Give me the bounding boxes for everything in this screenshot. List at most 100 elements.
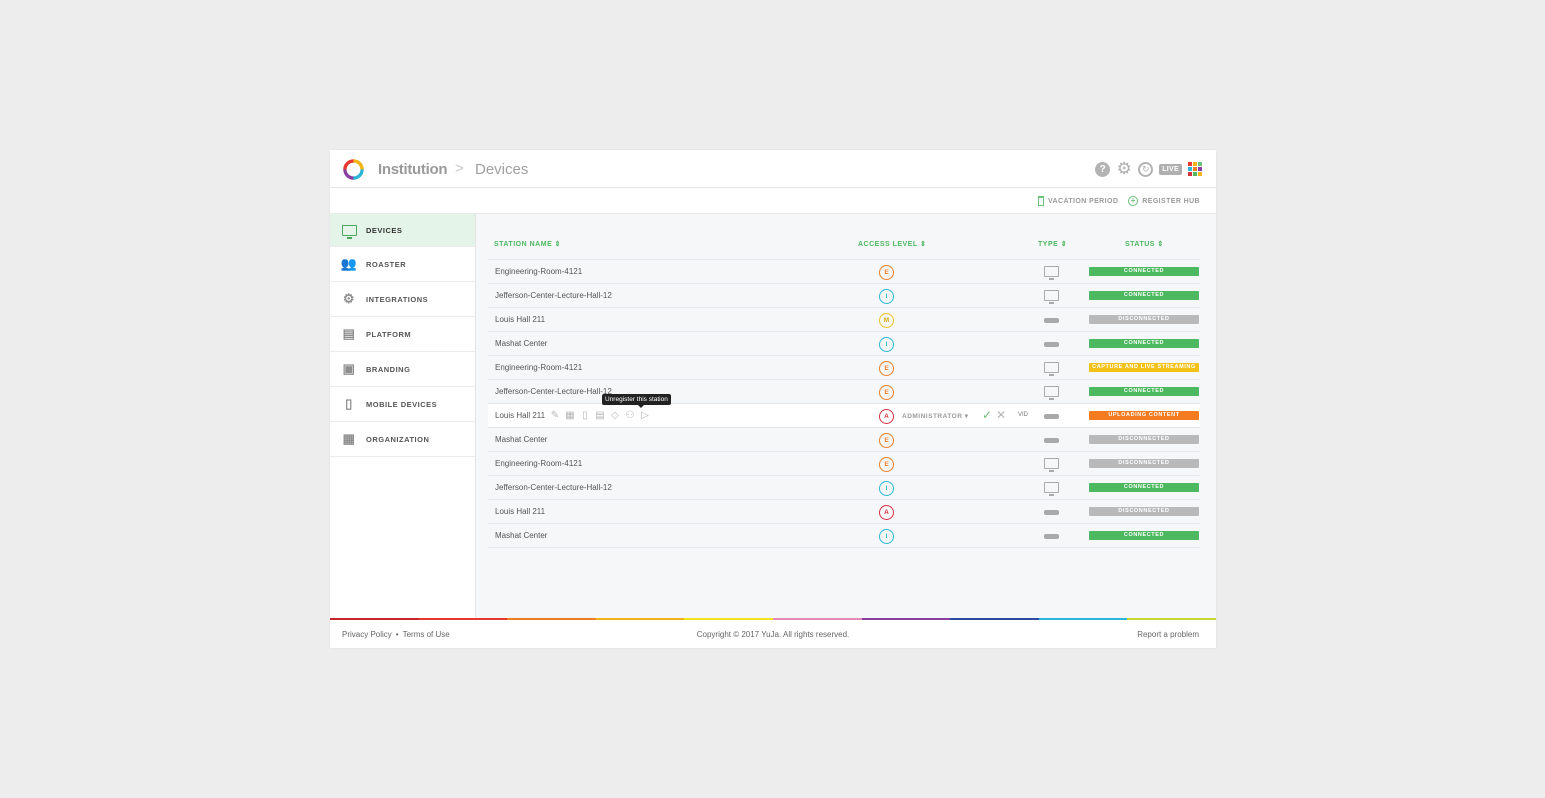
sidebar-item-mobile-devices[interactable]: ▯ MOBILE DEVICES bbox=[330, 387, 475, 422]
status-badge: DISCONNECTED bbox=[1089, 435, 1199, 444]
grid-cell bbox=[1188, 162, 1192, 166]
sidebar-item-platform[interactable]: ▤ PLATFORM bbox=[330, 317, 475, 352]
hub-icon bbox=[1044, 510, 1059, 515]
station-name: Engineering-Room-4121 bbox=[495, 459, 583, 468]
monitor-icon bbox=[1044, 458, 1059, 472]
sidebar-item-roaster[interactable]: 👥 ROASTER bbox=[330, 247, 475, 282]
help-icon[interactable]: ? bbox=[1095, 161, 1111, 177]
breadcrumb-institution[interactable]: Institution bbox=[378, 161, 447, 178]
sidebar-item-organization[interactable]: ▦ ORGANIZATION bbox=[330, 422, 475, 457]
col-access-level[interactable]: ACCESS LEVEL ⇕ bbox=[858, 240, 926, 248]
monitor-icon bbox=[1044, 266, 1059, 280]
hub-icon bbox=[1044, 414, 1059, 419]
table-row[interactable]: Engineering-Room-4121 E CAPTURE AND LIVE S… bbox=[488, 355, 1200, 379]
footer: Privacy Policy • Terms of Use Copyright … bbox=[330, 620, 1216, 648]
unregister-icon[interactable]: ⚇ bbox=[625, 410, 635, 421]
access-level-badge: E bbox=[879, 457, 894, 472]
sidebar-item-branding[interactable]: ▣ BRANDING bbox=[330, 352, 475, 387]
confirm-check-icon[interactable]: ✓ bbox=[982, 408, 992, 422]
calendar-icon[interactable]: ▦ bbox=[565, 410, 575, 421]
register-hub-button[interactable]: + REGISTER HUB bbox=[1128, 196, 1200, 206]
table-row[interactable]: Louis Hall 211 A DISCONNECTED bbox=[488, 499, 1200, 523]
station-name: Jefferson-Center-Lecture-Hall-12 bbox=[495, 483, 612, 492]
status-badge: CONNECTED bbox=[1089, 267, 1199, 276]
station-name: Mashat Center bbox=[495, 531, 548, 540]
vacation-period-button[interactable]: VACATION PERIOD bbox=[1037, 196, 1118, 206]
station-name: Louis Hall 211 bbox=[495, 315, 546, 324]
table-row[interactable]: Mashat Center I CONNECTED bbox=[488, 523, 1200, 547]
live-button[interactable]: LIVE bbox=[1159, 163, 1182, 175]
station-name: Engineering-Room-4121 bbox=[495, 267, 583, 276]
station-name: Jefferson-Center-Lecture-Hall-12 bbox=[495, 291, 612, 300]
status-badge: CONNECTED bbox=[1089, 339, 1199, 348]
status-badge: DISCONNECTED bbox=[1089, 459, 1199, 468]
header-toolbar: ? ⚙ ↻ LIVE bbox=[1095, 160, 1202, 177]
grid-cell bbox=[1188, 167, 1192, 171]
status-badge: CAPTURE AND LIVE STREAMING bbox=[1089, 363, 1199, 372]
gears-icon: ⚙ bbox=[342, 291, 356, 306]
table-row[interactable]: Jefferson-Center-Lecture-Hall-12 I CONNECT… bbox=[488, 283, 1200, 307]
table-row[interactable]: Engineering-Room-4121 E DISCONNECTED bbox=[488, 451, 1200, 475]
monitor-shape bbox=[341, 224, 357, 239]
grid-cell bbox=[1198, 167, 1202, 171]
access-level-badge: I bbox=[879, 481, 894, 496]
access-level-badge: A bbox=[879, 409, 894, 424]
apps-grid-icon[interactable] bbox=[1188, 162, 1202, 176]
access-level-badge: I bbox=[879, 289, 894, 304]
table-row[interactable]: Louis Hall 211 M DISCONNECTED bbox=[488, 307, 1200, 331]
building-icon: ▦ bbox=[342, 431, 356, 446]
refresh-icon[interactable]: ↻ bbox=[1138, 161, 1154, 177]
hub-icon bbox=[1044, 342, 1059, 347]
table-row[interactable]: Mashat Center I CONNECTED bbox=[488, 331, 1200, 355]
hub-icon bbox=[1044, 438, 1059, 443]
col-type[interactable]: TYPE ⇕ bbox=[1038, 240, 1067, 248]
status-badge: DISCONNECTED bbox=[1089, 315, 1199, 324]
cancel-x-icon[interactable]: ✕ bbox=[996, 408, 1006, 422]
station-name: Engineering-Room-4121 bbox=[495, 363, 583, 372]
hub-icon bbox=[1044, 534, 1059, 539]
access-level-badge: A bbox=[879, 505, 894, 520]
sidebar-item-devices[interactable]: DEVICES bbox=[330, 214, 475, 247]
top-header: Institution > Devices ? ⚙ ↻ LIVE bbox=[330, 150, 1216, 188]
access-level-badge: I bbox=[879, 529, 894, 544]
status-badge: CONNECTED bbox=[1089, 531, 1199, 540]
role-select[interactable]: ADMINISTRATOR ▾ bbox=[902, 412, 969, 420]
station-name: Jefferson-Center-Lecture-Hall-12 bbox=[495, 387, 612, 396]
grid-cell bbox=[1198, 162, 1202, 166]
monitor-icon bbox=[1044, 290, 1059, 304]
station-name: Louis Hall 211 bbox=[495, 411, 546, 420]
access-level-badge: E bbox=[879, 265, 894, 280]
monitor-icon bbox=[1044, 482, 1059, 496]
document-icon[interactable]: ▤ bbox=[595, 410, 605, 421]
table-row[interactable]: Jefferson-Center-Lecture-Hall-12 I CONNECT… bbox=[488, 475, 1200, 499]
table-row[interactable]: Jefferson-Center-Lecture-Hall-12 E CONNECT… bbox=[488, 379, 1200, 403]
diamond-icon[interactable]: ◇ bbox=[610, 410, 620, 421]
gear-icon[interactable]: ⚙ bbox=[1116, 160, 1132, 177]
sidebar-item-label: BRANDING bbox=[366, 364, 411, 374]
play-icon[interactable]: ▷ bbox=[640, 410, 650, 421]
station-name: Mashat Center bbox=[495, 435, 548, 444]
sidebar-item-integrations[interactable]: ⚙ INTEGRATIONS bbox=[330, 282, 475, 317]
yuja-logo[interactable] bbox=[343, 159, 364, 180]
table-row[interactable]: Mashat Center E DISCONNECTED bbox=[488, 427, 1200, 451]
devices-table: STATION NAME ⇕ ACCESS LEVEL ⇕ TYPE ⇕ STA… bbox=[476, 214, 1216, 618]
status-badge: CONNECTED bbox=[1089, 387, 1199, 396]
monitor-icon bbox=[341, 223, 357, 239]
tooltip: Unregister this station bbox=[602, 394, 671, 408]
edit-icon[interactable]: ✎ bbox=[550, 410, 560, 421]
mobile-icon: ▯ bbox=[345, 396, 353, 411]
table-row[interactable]: Louis Hall 211 A UPLOADING CONTENT ✎ ▦ ▯ ▤ ◇ ⚇ ▷ A… bbox=[488, 403, 1200, 427]
table-end-border bbox=[488, 547, 1200, 548]
col-status[interactable]: STATUS ⇕ bbox=[1125, 240, 1164, 248]
table-row[interactable]: Engineering-Room-4121 E CONNECTED bbox=[488, 259, 1200, 283]
hub-icon bbox=[1044, 318, 1059, 323]
vid-label: VID bbox=[1018, 412, 1029, 418]
access-level-badge: M bbox=[879, 313, 894, 328]
status-badge: UPLOADING CONTENT bbox=[1089, 411, 1199, 420]
access-level-badge: I bbox=[879, 337, 894, 352]
plus-circle-icon: + bbox=[1128, 196, 1139, 206]
col-station-name[interactable]: STATION NAME ⇕ bbox=[494, 240, 561, 248]
report-problem-link[interactable]: Report a problem bbox=[1137, 630, 1199, 639]
register-hub-label: REGISTER HUB bbox=[1142, 197, 1200, 205]
bookmark-icon[interactable]: ▯ bbox=[580, 410, 590, 421]
